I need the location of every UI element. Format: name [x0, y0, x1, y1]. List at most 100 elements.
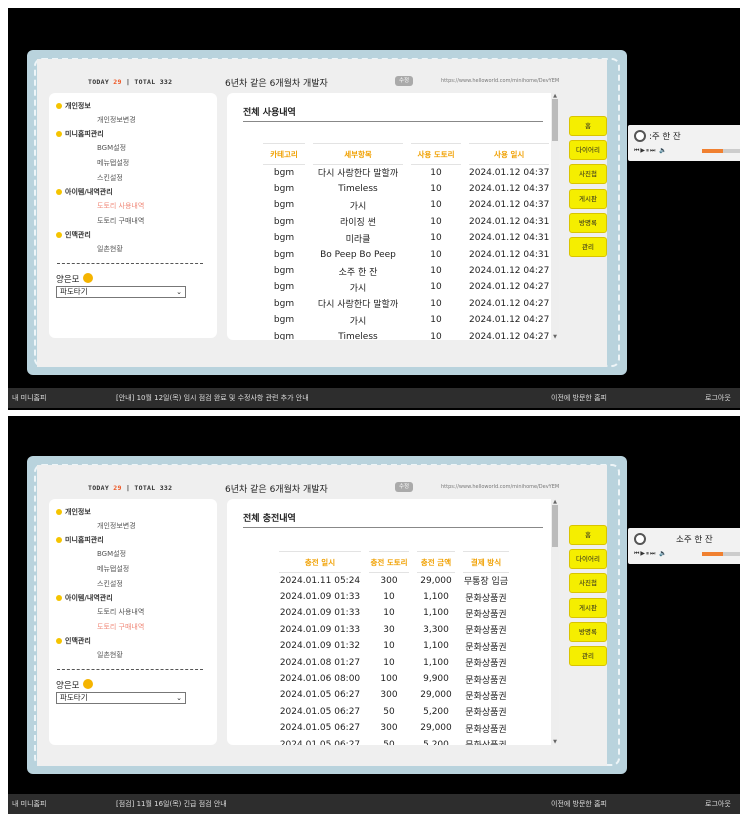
- next-icon[interactable]: ⏭: [650, 147, 656, 154]
- table-row: 2024.01.05 06:27 50 5,200 문화상품권: [279, 704, 509, 720]
- disc-icon: [634, 533, 646, 545]
- tab-guestbook[interactable]: 방명록: [569, 212, 607, 233]
- bgm-player: :주 한 잔 ⏮▶⏸⏭ 🔈: [628, 125, 740, 161]
- minihome-paper: TODAY 29 | TOTAL 332 개인정보 개인정보변경 미니홈피관리 …: [37, 465, 607, 766]
- minihome-url[interactable]: https://www.helloworld.com/minihome/DevY…: [441, 484, 559, 490]
- nickname: 양은모: [56, 273, 94, 285]
- menu-item-acorn-purchase[interactable]: 도토리 구매내역: [97, 216, 144, 226]
- table-cell: Timeless: [338, 331, 378, 340]
- menu-category-friends[interactable]: 인맥관리: [56, 230, 91, 240]
- scrollbar-thumb[interactable]: [552, 505, 558, 547]
- table-cell: 100: [380, 674, 398, 685]
- menu-item-ilchon[interactable]: 일촌현황: [97, 650, 123, 660]
- scrollbar[interactable]: ▲ ▼: [551, 499, 559, 745]
- table-cell: 미라클: [345, 234, 371, 245]
- chevron-down-icon: ⌄: [176, 288, 182, 296]
- menu-item-menutab[interactable]: 메뉴탭설정: [97, 564, 129, 574]
- table-cell: 문화상품권: [465, 642, 507, 653]
- player-controls[interactable]: ⏮▶⏸⏭ 🔈: [634, 550, 668, 558]
- table-cell: 문화상품권: [465, 593, 507, 604]
- menu-category-personal[interactable]: 개인정보: [56, 101, 91, 111]
- visited-minihome-link[interactable]: 이전에 방문한 홈피: [551, 799, 607, 809]
- scroll-down-icon[interactable]: ▼: [551, 739, 559, 745]
- menu-category-friends[interactable]: 인맥관리: [56, 636, 91, 646]
- menu-item-menutab[interactable]: 메뉴탭설정: [97, 158, 129, 168]
- bottom-bar: 내 미니홈피 [점검] 11월 16일(목) 긴급 점검 안내 이전에 방문한 …: [8, 794, 740, 814]
- bullet-icon: [56, 537, 62, 543]
- tab-manage[interactable]: 관리: [569, 645, 607, 666]
- table-cell: bgm: [273, 184, 295, 195]
- table-cell: 2024.01.09 01:33: [279, 608, 361, 619]
- volume-icon[interactable]: 🔈: [659, 550, 667, 557]
- my-minihome-link[interactable]: 내 미니홈피: [12, 799, 46, 809]
- table-cell: bgm: [273, 167, 295, 178]
- scrollbar-thumb[interactable]: [552, 99, 558, 141]
- menu-item-ilchon[interactable]: 일촌현황: [97, 244, 123, 254]
- my-minihome-link[interactable]: 내 미니홈피: [12, 393, 46, 403]
- table-cell: bgm: [273, 200, 295, 211]
- logout-link[interactable]: 로그아웃: [705, 393, 731, 403]
- tab-diary[interactable]: 다이어리: [569, 140, 607, 161]
- table-cell: 1,100: [423, 641, 449, 652]
- table-cell: Timeless: [338, 184, 378, 195]
- bullet-icon: [56, 595, 62, 601]
- menu-item-skin[interactable]: 스킨설정: [97, 579, 123, 589]
- table-cell: 2024.01.12 04:27: [469, 266, 550, 277]
- bullet-icon: [56, 509, 62, 515]
- menu-category-items[interactable]: 아이템/내역관리: [56, 187, 113, 197]
- tab-diary[interactable]: 다이어리: [569, 549, 607, 570]
- volume-icon[interactable]: 🔈: [659, 147, 667, 154]
- menu-item-skin[interactable]: 스킨설정: [97, 173, 123, 183]
- menu-item-personal-edit[interactable]: 개인정보변경: [97, 115, 136, 125]
- column-header: 충전 금액: [417, 551, 455, 573]
- table-cell: 2024.01.12 04:31: [469, 216, 550, 227]
- scrollbar[interactable]: ▲ ▼: [551, 93, 559, 340]
- notice-link[interactable]: [점검] 11월 16일(목) 긴급 점검 안내: [116, 799, 227, 809]
- minihome-url[interactable]: https://www.helloworld.com/minihome/DevY…: [441, 78, 559, 84]
- tab-home[interactable]: 홈: [569, 116, 607, 136]
- menu-item-personal-edit[interactable]: 개인정보변경: [97, 521, 136, 531]
- tab-photo[interactable]: 사진첩: [569, 164, 607, 185]
- tab-board[interactable]: 게시판: [569, 597, 607, 618]
- notice-link[interactable]: [안내] 10월 12일(목) 임시 점검 완료 및 수정사항 관련 추가 안내: [116, 393, 309, 403]
- tab-home[interactable]: 홈: [569, 525, 607, 545]
- smile-icon: [83, 679, 94, 689]
- player-controls[interactable]: ⏮▶⏸⏭ 🔈: [634, 147, 668, 155]
- table-cell: bgm: [273, 266, 295, 277]
- volume-slider[interactable]: [702, 149, 740, 153]
- next-icon[interactable]: ⏭: [650, 550, 656, 557]
- menu-divider: [57, 669, 203, 670]
- edit-button[interactable]: 수정: [395, 76, 413, 86]
- tab-photo[interactable]: 사진첩: [569, 573, 607, 594]
- disc-icon: [634, 130, 646, 142]
- menu-category-minihome[interactable]: 미니홈피관리: [56, 129, 104, 139]
- table-cell: 29,000: [420, 575, 452, 586]
- menu-item-acorn-usage[interactable]: 도토리 사용내역: [97, 607, 144, 617]
- menu-item-acorn-purchase[interactable]: 도토리 구매내역: [97, 622, 144, 632]
- menu-category-items[interactable]: 아이템/내역관리: [56, 593, 113, 603]
- logout-link[interactable]: 로그아웃: [705, 799, 731, 809]
- nickname: 양은모: [56, 679, 94, 691]
- menu-item-bgm[interactable]: BGM설정: [97, 549, 126, 559]
- table-cell: Bo Peep Bo Peep: [320, 249, 396, 260]
- mood-select[interactable]: 파도타기 ⌄: [56, 692, 186, 704]
- tab-board[interactable]: 게시판: [569, 188, 607, 209]
- bullet-icon: [56, 638, 62, 644]
- volume-slider[interactable]: [702, 552, 740, 556]
- menu-category-personal[interactable]: 개인정보: [56, 507, 91, 517]
- table-cell: 1,100: [423, 608, 449, 619]
- mood-select[interactable]: 파도타기 ⌄: [56, 286, 186, 298]
- menu-item-bgm[interactable]: BGM설정: [97, 143, 126, 153]
- table-row: 2024.01.09 01:33 10 1,100 문화상품권: [279, 589, 509, 605]
- table-cell: 가시: [349, 283, 367, 294]
- visited-minihome-link[interactable]: 이전에 방문한 홈피: [551, 393, 607, 403]
- tab-guestbook[interactable]: 방명록: [569, 621, 607, 642]
- menu-category-minihome[interactable]: 미니홈피관리: [56, 535, 104, 545]
- menu-item-acorn-usage[interactable]: 도토리 사용내역: [97, 201, 144, 211]
- edit-button[interactable]: 수정: [395, 482, 413, 492]
- table-cell: 2024.01.12 04:27: [469, 298, 550, 309]
- scroll-down-icon[interactable]: ▼: [551, 334, 559, 340]
- bullet-icon: [56, 103, 62, 109]
- table-cell: bgm: [273, 315, 295, 326]
- tab-manage[interactable]: 관리: [569, 236, 607, 257]
